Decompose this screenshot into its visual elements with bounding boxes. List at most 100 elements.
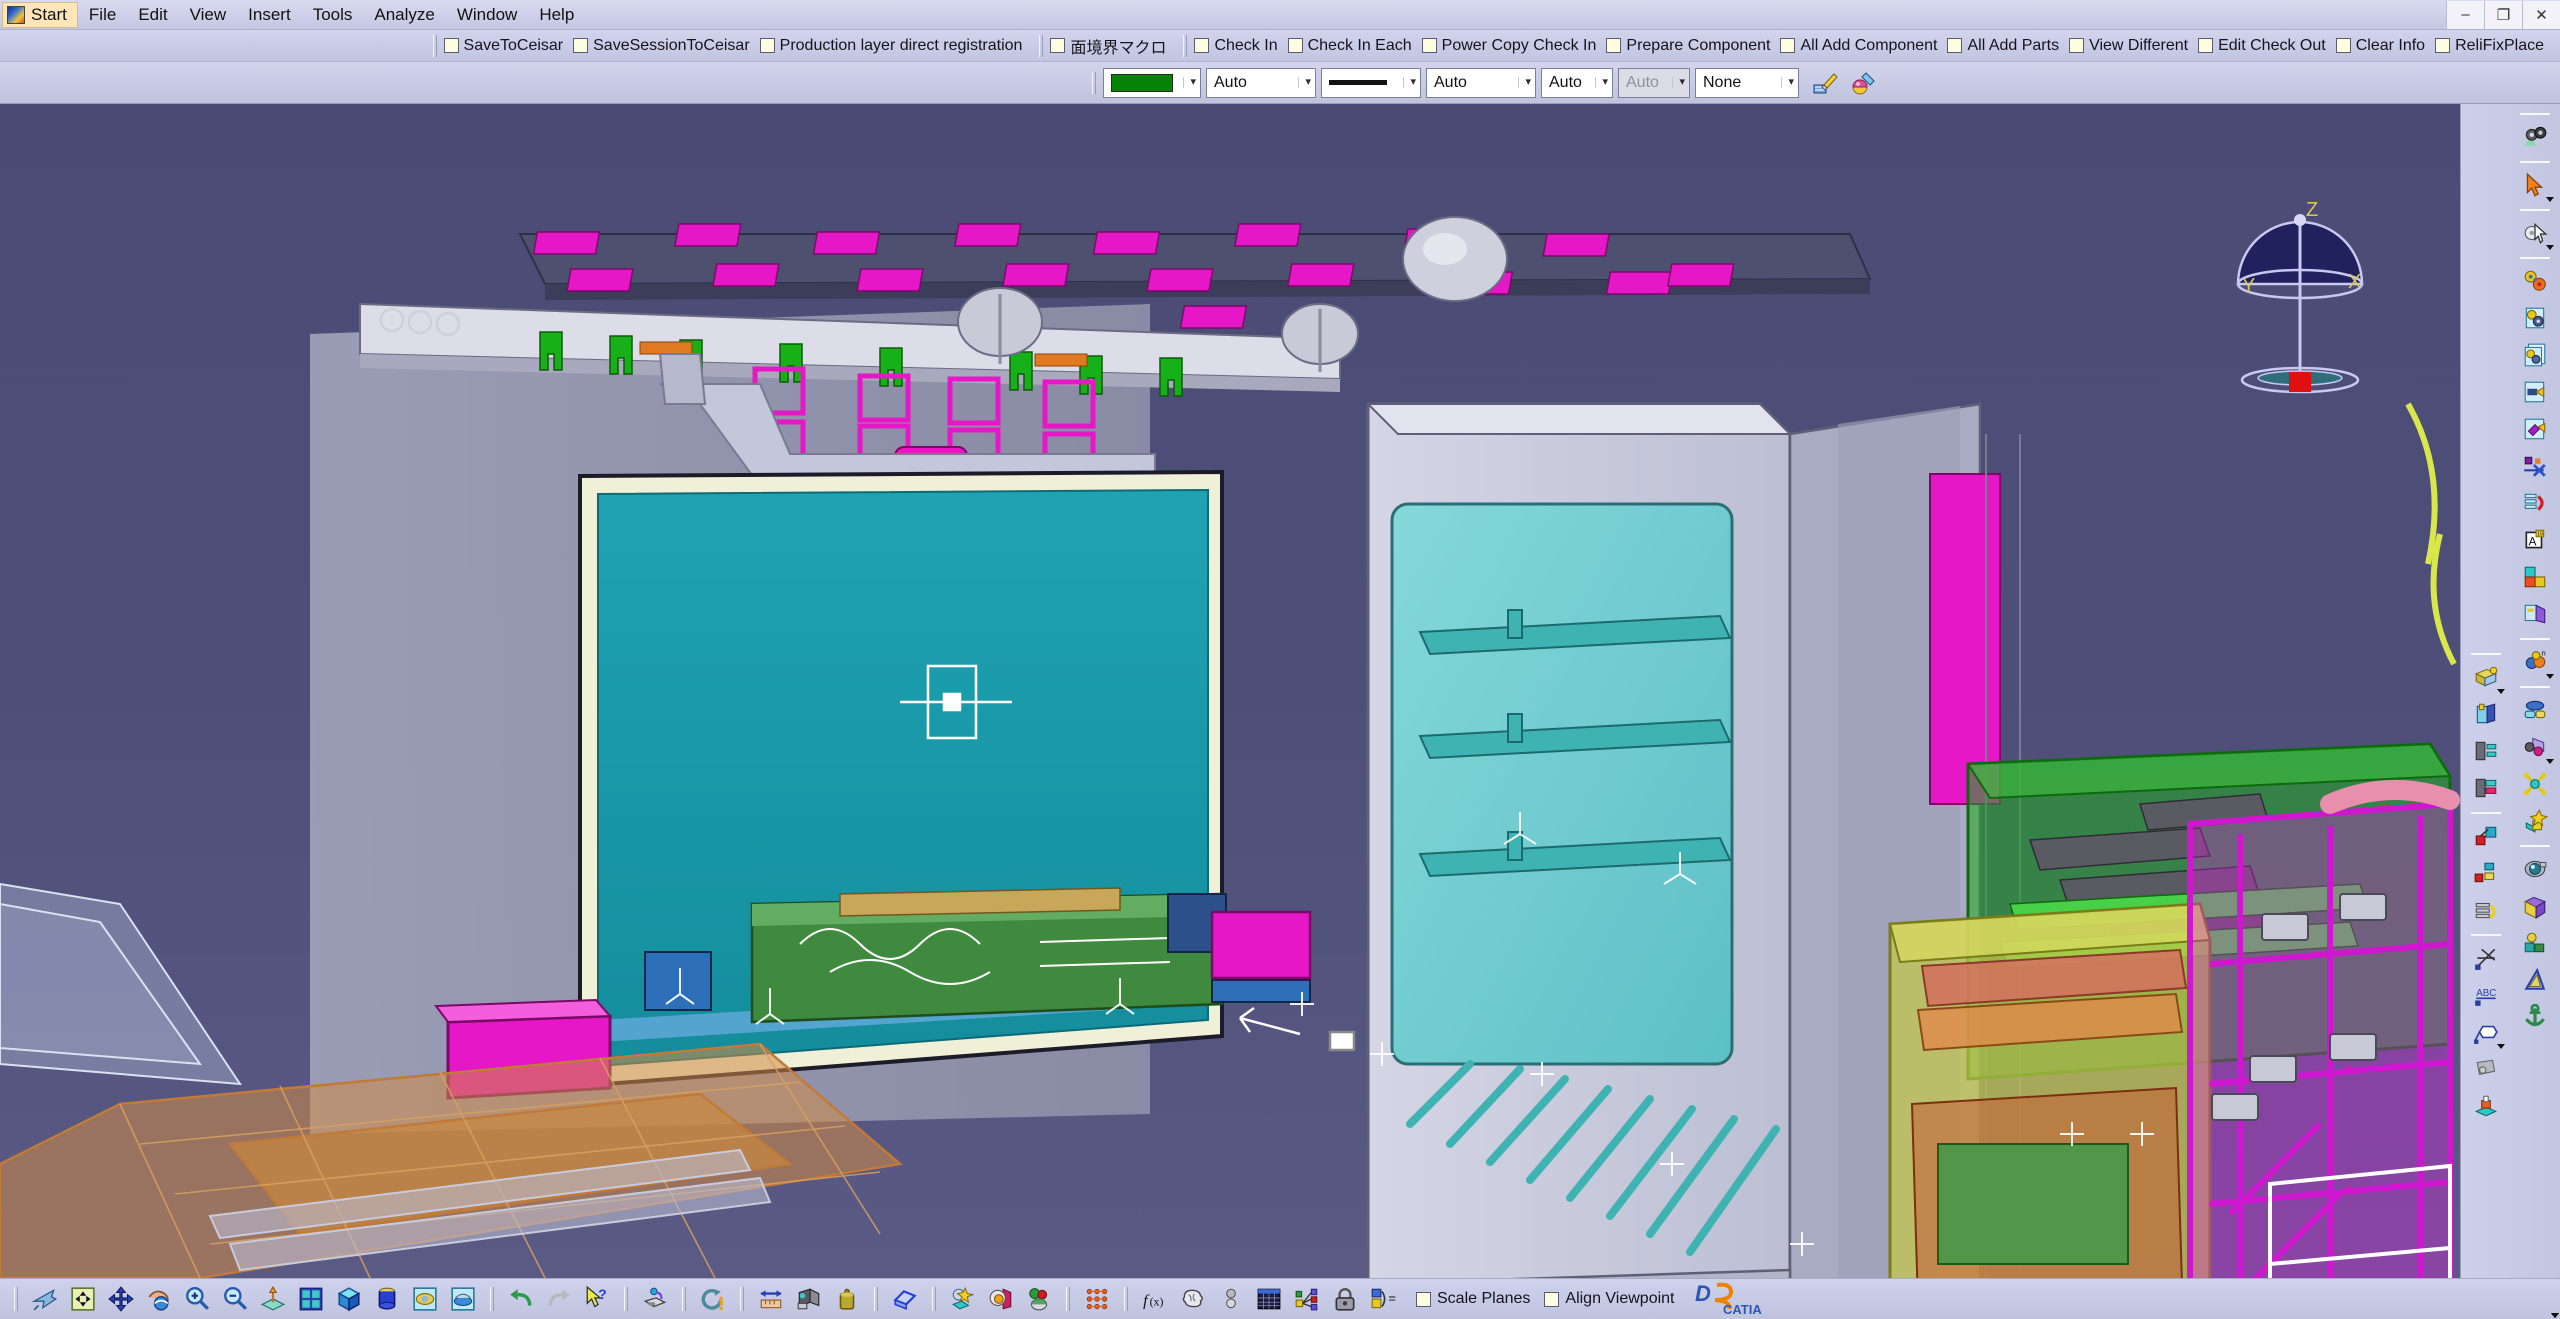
checkbox-box[interactable] [759,38,775,53]
chevron-down-icon[interactable]: ▾ [1298,77,1311,88]
chevron-down-icon[interactable]: ▾ [1595,77,1608,88]
checkbox-box[interactable] [2335,38,2351,53]
render-style-icon[interactable] [368,1282,2559,1318]
checkbox-box[interactable] [1194,38,1210,53]
chevron-down-icon[interactable]: ▾ [1781,77,1794,88]
mouse-nav-icon[interactable] [2515,692,2555,728]
document-export-icon[interactable] [2515,374,2555,410]
chevron-down-icon[interactable]: ▾ [1403,77,1416,88]
checkbox-clear-info[interactable]: Clear Info [2335,37,2425,55]
stack-arrow-icon[interactable] [2466,892,2506,928]
checkbox-box[interactable] [1287,38,1303,53]
transparency-combo[interactable]: Auto ▾ [1206,67,1316,98]
camera-icon[interactable] [2515,851,2555,887]
kinematic-icon[interactable] [2515,729,2555,765]
gear-n-icon[interactable]: n [2515,644,2555,680]
menu-item-view[interactable]: View [179,2,238,28]
box-project-icon[interactable] [2515,596,2555,632]
measure-inertia-icon[interactable] [828,1282,866,1316]
checkbox-box[interactable] [1544,1291,1560,1307]
list-expand-icon[interactable]: = [1364,1282,1402,1316]
knowledge-network-icon[interactable] [1288,1282,2559,1318]
break-link-icon[interactable] [2515,448,2555,484]
color-picker-icon[interactable] [1846,67,1880,99]
checkbox-box[interactable] [1780,38,1796,53]
checkbox-box[interactable] [573,38,589,53]
anchor-icon[interactable] [2515,999,2555,1035]
dropdown-arrow-icon[interactable] [2546,674,2555,679]
render-scene-icon[interactable] [1020,1282,1058,1316]
checkbox-align-viewpoint[interactable]: Align Viewpoint [1544,1290,1675,1308]
minimize-button[interactable]: – [2446,0,2484,29]
isometric-view-icon[interactable] [330,1282,2559,1318]
dual-gear-icon[interactable] [2515,263,2555,299]
scene-light-icon[interactable] [982,1282,1020,1316]
stamp-icon[interactable] [2466,1088,2506,1124]
dropdown-arrow-icon[interactable] [2546,245,2555,250]
checkbox-box[interactable] [1421,38,1437,53]
checkbox-power-copy-check-in[interactable]: Power Copy Check In [1421,37,1596,55]
fill-color-combo[interactable]: ▾ [1103,67,1201,98]
callout-icon[interactable] [2466,1014,2506,1050]
restore-button[interactable]: ❐ [2484,0,2522,29]
checkbox-edit-check-out[interactable]: Edit Check Out [2198,37,2326,55]
chevron-down-icon[interactable]: ▾ [1183,77,1196,88]
spreadsheet-icon[interactable] [1250,1282,1288,1316]
text-box-icon[interactable]: A 15 [2515,522,2555,558]
checkbox-production-layer-direct-registration[interactable]: Production layer direct registration [759,37,1022,55]
checkbox-save-session-to-ceisar[interactable]: SaveSessionToCeisar [573,37,750,55]
checkbox-box[interactable] [1050,38,1066,53]
swap-visible-space-icon[interactable] [444,1282,482,1316]
lock-icon[interactable] [1326,1282,2559,1318]
toolbar-grip[interactable] [1183,34,1188,57]
capture-icon[interactable] [636,1282,674,1316]
checkbox-scale-planes[interactable]: Scale Planes [1416,1290,1530,1308]
checkbox-box[interactable] [2069,38,2085,53]
tree-node-icon[interactable] [2466,733,2506,769]
start-button[interactable]: Start [2,1,78,28]
checkbox-check-in[interactable]: Check In [1194,37,1278,55]
checkbox-box[interactable] [1947,38,1963,53]
whats-this-icon[interactable]: ? [578,1282,616,1316]
color-box-icon[interactable] [2515,559,2555,595]
dropdown-arrow-icon[interactable] [2546,759,2555,764]
normal-view-icon[interactable] [254,1282,292,1316]
menu-item-edit[interactable]: Edit [127,2,178,28]
measure-item-icon[interactable] [790,1282,828,1316]
formula-icon[interactable]: f (x) [1136,1282,1174,1316]
checkbox-save-to-ceisar[interactable]: SaveToCeisar [443,37,563,55]
fly-mode-icon[interactable] [26,1282,64,1316]
checkbox-box[interactable] [2435,38,2451,53]
plane-icon[interactable] [2515,962,2555,998]
pattern-grid-icon[interactable] [1078,1282,2559,1318]
select-arrow-icon[interactable] [2515,167,2555,203]
multi-view-icon[interactable] [292,1282,330,1316]
checkbox-prepare-component[interactable]: Prepare Component [1606,37,1770,55]
robot-icon[interactable] [2515,925,2555,961]
annotation-text-icon[interactable]: ABC [2466,977,2506,1013]
checkbox-box[interactable] [2198,38,2214,53]
gear-document-icon[interactable] [2515,300,2555,336]
checkbox-box[interactable] [1416,1291,1431,1307]
menu-item-insert[interactable]: Insert [237,2,302,28]
3d-viewport[interactable]: Z Y X [0,104,2460,1278]
gears-icon[interactable] [2515,119,2555,155]
checkbox-relif-fix-place[interactable]: ReliFixPlace [2435,37,2544,55]
document-transform-icon[interactable] [2515,411,2555,447]
checkbox-box[interactable] [443,38,459,53]
undo-icon[interactable] [502,1282,540,1316]
dropdown-arrow-icon[interactable] [2546,197,2555,202]
close-button[interactable]: ✕ [2522,0,2560,29]
chevron-down-icon[interactable]: ▾ [1518,77,1531,88]
checkbox-check-in-each[interactable]: Check In Each [1287,37,1412,55]
toolbar-grip[interactable] [1039,34,1044,57]
toolbar-grip[interactable] [14,1287,18,1311]
list-arrow-icon[interactable] [2515,485,2555,521]
pan-icon[interactable] [102,1282,140,1316]
view-mode-icon[interactable] [2466,659,2506,695]
checkbox-all-add-parts[interactable]: All Add Parts [1947,37,2059,55]
package-icon[interactable] [2515,888,2555,924]
apply-material-icon[interactable] [944,1282,982,1316]
tree-expand-icon[interactable] [2466,770,2506,806]
toolbar-grip[interactable] [432,34,437,57]
